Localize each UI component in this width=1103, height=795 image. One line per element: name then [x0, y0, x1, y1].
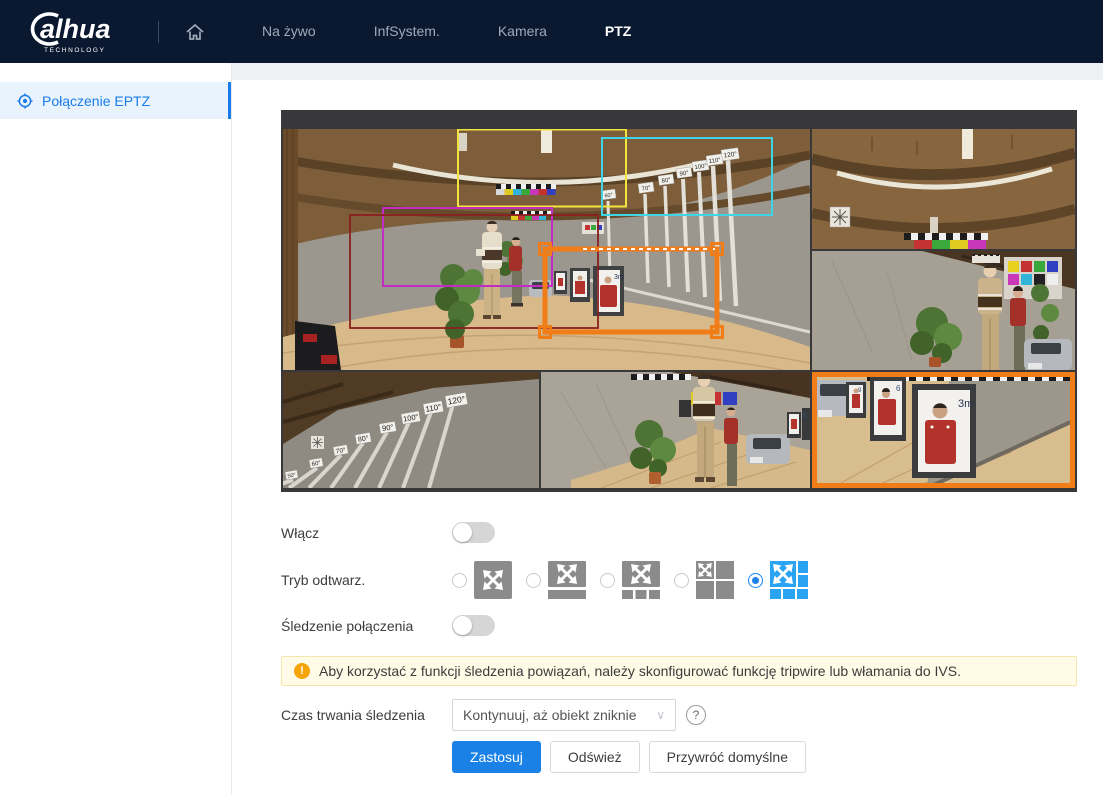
radio — [526, 573, 541, 588]
enable-label: Włącz — [281, 525, 452, 541]
mode-option-panorama-1[interactable] — [526, 561, 586, 599]
mode-label: Tryb odtwarz. — [281, 572, 452, 588]
duration-select[interactable]: Kontynuuj, aż obiekt zniknie ∨ — [452, 699, 676, 731]
mode-option-panorama-3[interactable] — [600, 561, 660, 599]
dahua-logo[interactable]: alhua TECHNOLOGY — [14, 7, 146, 57]
radio — [674, 573, 689, 588]
main-content: 60° 70° 80° 90° 100° 110° 120° — [232, 80, 1103, 795]
home-icon[interactable] — [183, 20, 207, 44]
distance-label-3m: 3m — [614, 274, 624, 281]
mode-options — [452, 561, 808, 599]
enable-toggle[interactable] — [452, 522, 495, 543]
warning-text: Aby korzystać z funkcji śledzenia powiąz… — [319, 663, 961, 679]
apply-button[interactable]: Zastosuj — [452, 741, 541, 773]
radio — [600, 573, 615, 588]
mode-option-grid-2x2[interactable] — [674, 561, 734, 599]
link-tracking-label: Śledzenie połączenia — [281, 618, 452, 634]
panorama-view[interactable]: 60° 70° 80° 90° 100° 110° 120° — [283, 129, 810, 370]
nav-item-kamera[interactable]: Kamera — [469, 0, 576, 63]
camera-multiview[interactable]: 60° 70° 80° 90° 100° 110° 120° — [281, 110, 1077, 492]
top-navbar: alhua TECHNOLOGY Na żywo InfSystem. Kame… — [0, 0, 1103, 63]
duration-value: Kontynuuj, aż obiekt zniknie — [463, 707, 637, 723]
mode-icon-panorama-5 — [770, 561, 808, 599]
duration-row: Czas trwania śledzenia Kontynuuj, aż obi… — [281, 699, 1103, 731]
help-icon[interactable]: ? — [686, 705, 706, 725]
distance-label-3m: 3m — [958, 398, 973, 410]
sub-view-room-2[interactable]: 6 — [541, 372, 810, 488]
nav-item-infsystem[interactable]: InfSystem. — [345, 0, 469, 63]
mode-icon-panorama-3 — [622, 561, 660, 599]
content-top-strip — [232, 63, 1103, 80]
mode-option-panorama[interactable] — [452, 561, 512, 599]
radio — [452, 573, 467, 588]
logo-brand-text: alhua — [40, 14, 111, 44]
chevron-down-icon: ∨ — [656, 708, 665, 722]
nav-item-ptz[interactable]: PTZ — [576, 0, 660, 63]
link-tracking-toggle[interactable] — [452, 615, 495, 636]
mode-option-panorama-5[interactable] — [748, 561, 808, 599]
refresh-button[interactable]: Odśwież — [550, 741, 640, 773]
sub-view-selected[interactable]: 9 6 3m — [812, 372, 1077, 488]
mode-icon-panorama — [474, 561, 512, 599]
eptz-target-icon — [17, 93, 33, 109]
restore-defaults-button[interactable]: Przywróć domyślne — [649, 741, 806, 773]
distance-label: 6 — [896, 384, 901, 393]
warning-icon: ! — [294, 663, 310, 679]
mode-icon-panorama-1 — [548, 561, 586, 599]
logo-sub-text: TECHNOLOGY — [44, 47, 106, 54]
link-tracking-row: Śledzenie połączenia — [281, 615, 1103, 636]
sidebar-item-polaczenie-eptz[interactable]: Połączenie EPTZ — [0, 82, 231, 119]
mode-row: Tryb odtwarz. — [281, 561, 1103, 599]
sidebar: Połączenie EPTZ — [0, 63, 232, 795]
sub-view-ceiling[interactable] — [812, 129, 1075, 249]
sidebar-item-label: Połączenie EPTZ — [42, 93, 150, 109]
distance-label: 6 — [803, 413, 807, 420]
enable-row: Włącz — [281, 522, 1103, 543]
sub-view-angle-wall[interactable]: 50° 60° 70° 80° 90° 100° 110° 120° — [281, 372, 539, 488]
main-menu: Na żywo InfSystem. Kamera PTZ — [233, 0, 660, 63]
duration-label: Czas trwania śledzenia — [281, 707, 452, 723]
navbar-divider — [158, 21, 159, 43]
radio — [748, 573, 763, 588]
warning-banner: ! Aby korzystać z funkcji śledzenia powi… — [281, 656, 1077, 686]
angle-label: 60° — [604, 192, 613, 199]
sub-view-room[interactable] — [812, 251, 1075, 370]
mode-icon-grid-2x2 — [696, 561, 734, 599]
action-buttons: Zastosuj Odśwież Przywróć domyślne — [452, 741, 1103, 773]
nav-item-na-zywo[interactable]: Na żywo — [233, 0, 345, 63]
